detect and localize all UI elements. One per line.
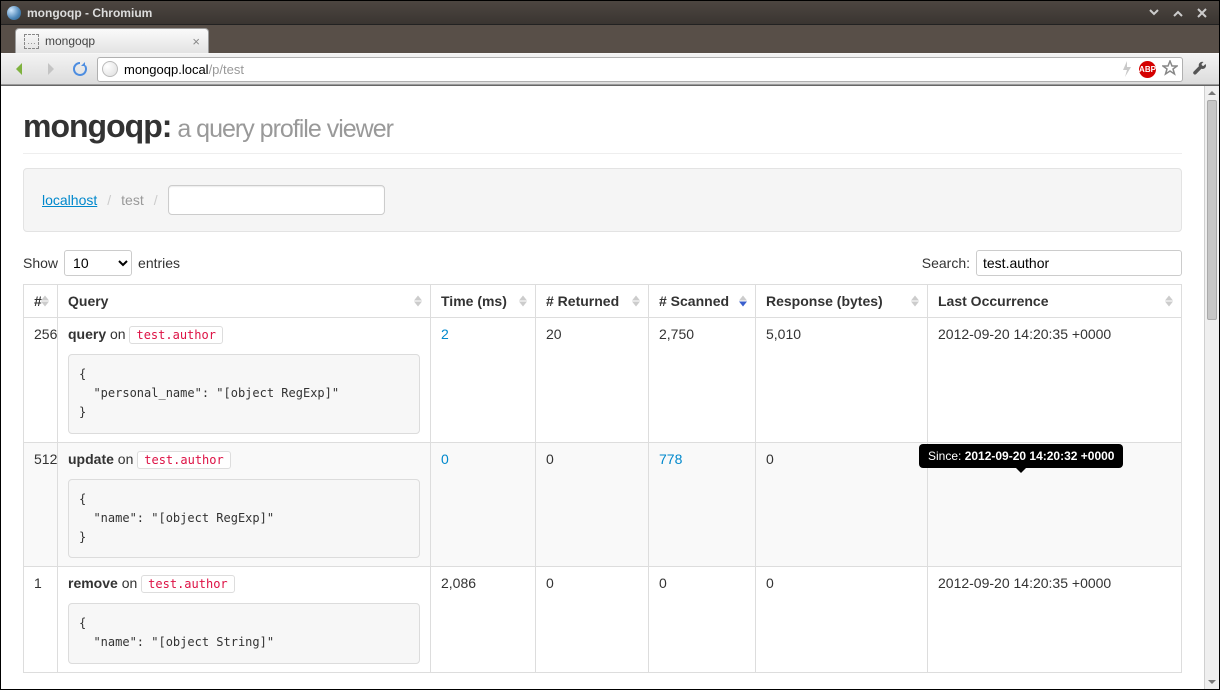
query-op: remove [68, 575, 118, 591]
tab-close-button[interactable]: × [192, 34, 200, 49]
collection-label: test.author [141, 575, 234, 593]
abp-icon[interactable]: ABP [1139, 61, 1156, 78]
query-code: { "name": "[object String]" [68, 603, 420, 663]
breadcrumb-separator: / [107, 192, 111, 208]
cell-time: 2,086 [431, 567, 536, 672]
window-minimize-button[interactable] [1143, 5, 1165, 21]
scrollbar-thumb[interactable] [1207, 100, 1217, 320]
length-label-pre: Show [23, 255, 58, 271]
breadcrumb-input[interactable] [168, 185, 385, 215]
breadcrumb-root-link[interactable]: localhost [42, 192, 97, 208]
breadcrumb-separator: / [154, 192, 158, 208]
window-maximize-button[interactable] [1167, 5, 1189, 21]
favicon-icon: … [24, 34, 39, 49]
query-on-text: on [118, 575, 141, 591]
length-label-post: entries [138, 255, 180, 271]
cell-response: 0 [756, 442, 928, 567]
search-input[interactable] [976, 250, 1182, 276]
query-on-text: on [114, 451, 137, 467]
cell-last-occurrence: 2012-09-20 14:20:35 +0000 [928, 318, 1182, 443]
query-op: query [68, 326, 106, 342]
page-title: mongoqp: a query profile viewer [23, 108, 1182, 154]
address-bar[interactable]: mongoqp.local/p/test ABP [97, 57, 1183, 82]
back-button[interactable] [7, 57, 33, 81]
window-titlebar: mongoqp - Chromium [1, 1, 1219, 25]
col-header-scanned[interactable]: # Scanned [649, 285, 756, 318]
cell-time: 0 [431, 442, 536, 567]
vertical-scrollbar[interactable] [1204, 86, 1219, 689]
tooltip: Since: 2012-09-20 14:20:32 +0000 [919, 444, 1123, 468]
col-header-returned[interactable]: # Returned [536, 285, 649, 318]
scanned-link[interactable]: 778 [659, 451, 682, 467]
profile-table: # Query Time (ms) # Returned # Scanned R… [23, 284, 1182, 673]
breadcrumb-current: test [121, 192, 144, 208]
site-identity-icon[interactable] [102, 61, 118, 77]
datatable-length: Show 10 entries [23, 250, 180, 276]
instant-icon [1121, 61, 1133, 77]
browser-toolbar: mongoqp.local/p/test ABP [1, 53, 1219, 85]
cell-time: 2 [431, 318, 536, 443]
tooltip-value: 2012-09-20 14:20:32 +0000 [965, 449, 1115, 463]
cell-response: 0 [756, 567, 928, 672]
page-viewport: mongoqp: a query profile viewer localhos… [1, 85, 1219, 689]
cell-scanned: 778 [649, 442, 756, 567]
table-row: 256 query on test.author { "personal_name"… [24, 318, 1182, 443]
cell-returned: 20 [536, 318, 649, 443]
wrench-menu-button[interactable] [1187, 57, 1213, 81]
browser-tab[interactable]: … mongoqp × [15, 28, 209, 53]
bookmark-star-icon[interactable] [1162, 60, 1178, 79]
col-header-last[interactable]: Last Occurrence [928, 285, 1182, 318]
tab-title: mongoqp [45, 34, 95, 48]
length-select[interactable]: 10 [64, 250, 132, 276]
cell-query: update on test.author { "name": "[object … [58, 442, 431, 567]
url-text: mongoqp.local/p/test [124, 62, 1115, 77]
query-code: { "personal_name": "[object RegExp]" } [68, 354, 420, 434]
collection-label: test.author [137, 451, 230, 469]
breadcrumb: localhost / test / [23, 168, 1182, 232]
browser-tabstrip: … mongoqp × [1, 25, 1219, 53]
cell-query: remove on test.author { "name": "[object … [58, 567, 431, 672]
col-header-time[interactable]: Time (ms) [431, 285, 536, 318]
query-op: update [68, 451, 114, 467]
time-link[interactable]: 0 [441, 451, 449, 467]
cell-scanned: 2,750 [649, 318, 756, 443]
cell-num: 256 [24, 318, 58, 443]
cell-scanned: 0 [649, 567, 756, 672]
forward-button[interactable] [37, 57, 63, 81]
filter-label: Search: [922, 255, 970, 271]
table-row: 1 remove on test.author { "name": "[object… [24, 567, 1182, 672]
query-code: { "name": "[object RegExp]" } [68, 479, 420, 559]
query-on-text: on [106, 326, 129, 342]
cell-returned: 0 [536, 567, 649, 672]
cell-response: 5,010 [756, 318, 928, 443]
scroll-down-button[interactable] [1205, 675, 1219, 689]
window-title: mongoqp - Chromium [27, 6, 152, 20]
scroll-up-button[interactable] [1205, 86, 1219, 100]
cell-num: 1 [24, 567, 58, 672]
cell-num: 512 [24, 442, 58, 567]
datatable-filter: Search: [922, 250, 1182, 276]
col-header-num[interactable]: # [24, 285, 58, 318]
window-close-button[interactable] [1191, 5, 1213, 21]
chromium-icon [7, 6, 21, 20]
cell-returned: 0 [536, 442, 649, 567]
cell-query: query on test.author { "personal_name": "… [58, 318, 431, 443]
time-link[interactable]: 2 [441, 326, 449, 342]
col-header-query[interactable]: Query [58, 285, 431, 318]
datatable-controls: Show 10 entries Search: [23, 250, 1182, 276]
tooltip-label: Since: [928, 449, 965, 463]
col-header-response[interactable]: Response (bytes) [756, 285, 928, 318]
cell-last-occurrence: 2012-09-20 14:20:35 +0000 [928, 567, 1182, 672]
collection-label: test.author [129, 326, 222, 344]
table-header-row: # Query Time (ms) # Returned # Scanned R… [24, 285, 1182, 318]
reload-button[interactable] [67, 57, 93, 81]
